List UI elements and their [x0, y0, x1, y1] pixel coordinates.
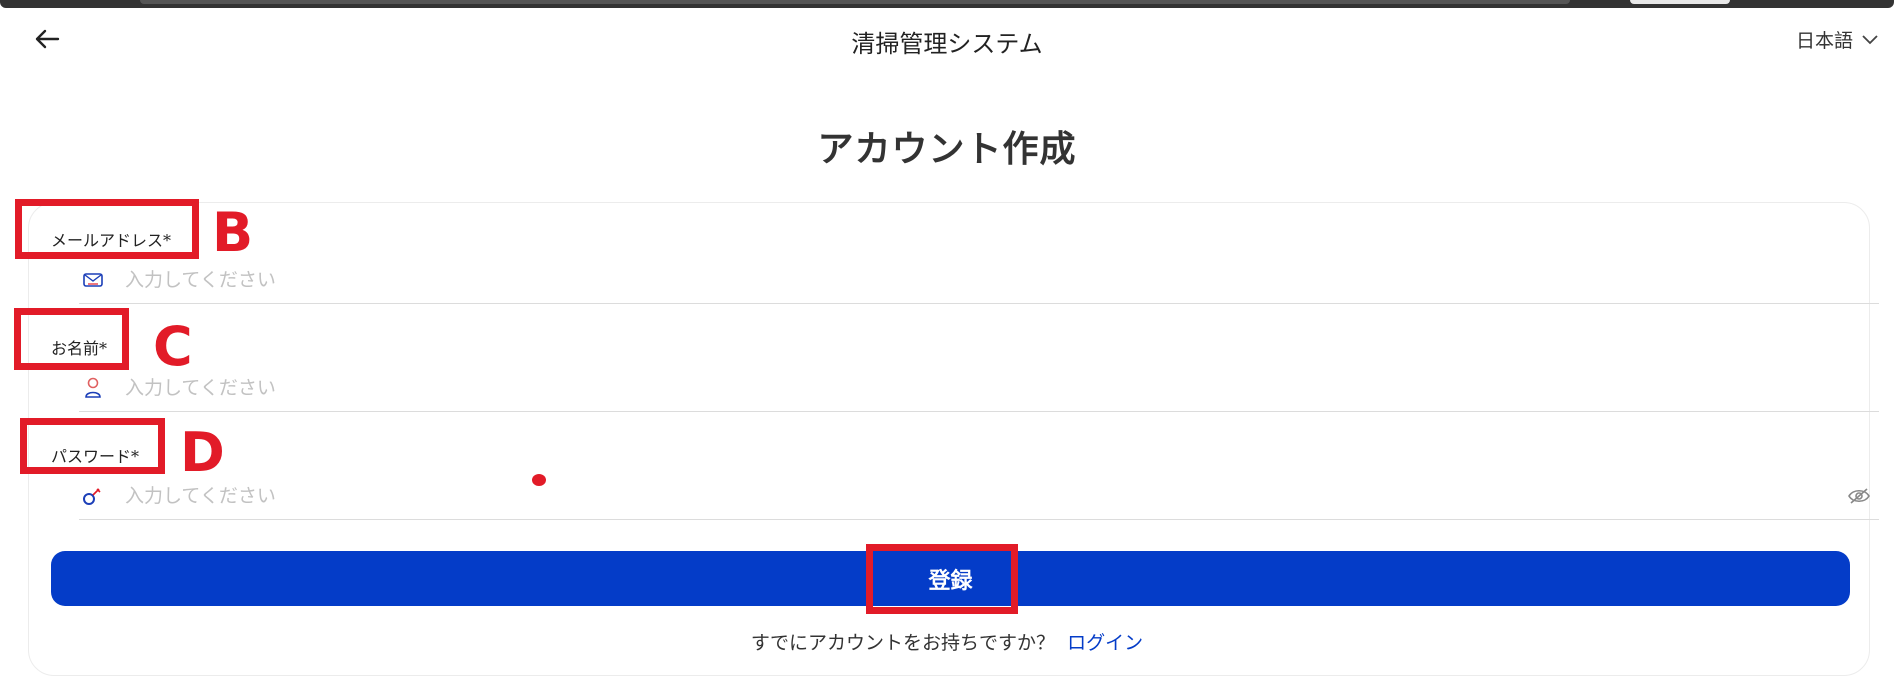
annotation-letter-b: B	[212, 201, 254, 264]
annotation-letter-c: C	[153, 315, 193, 378]
email-input[interactable]	[125, 260, 1879, 300]
annotation-box-email-label	[15, 199, 199, 259]
password-field-row	[79, 473, 1879, 520]
address-bar-edge	[140, 0, 1570, 4]
app-title: 清掃管理システム	[851, 30, 1043, 58]
login-prompt: すでにアカウントをお持ちですか？ ログイン	[0, 628, 1894, 655]
name-input[interactable]	[125, 368, 1879, 408]
email-field-row	[79, 257, 1879, 304]
chevron-down-icon	[1862, 34, 1878, 44]
language-selector[interactable]: 日本語	[1796, 26, 1879, 53]
page-heading: アカウント作成	[817, 128, 1077, 170]
language-label: 日本語	[1796, 30, 1854, 52]
login-link[interactable]: ログイン	[1067, 632, 1143, 654]
mail-icon	[81, 268, 105, 292]
annotation-dot	[532, 474, 546, 486]
annotation-box-name-label	[14, 308, 129, 370]
password-input[interactable]	[125, 476, 1845, 516]
name-field-row	[79, 365, 1879, 412]
user-icon	[81, 376, 105, 400]
annotation-box-password-label	[20, 418, 165, 474]
eye-off-icon[interactable]	[1845, 482, 1873, 510]
key-icon	[81, 484, 105, 508]
annotation-box-register-button	[866, 544, 1018, 614]
annotation-letter-d: D	[180, 421, 225, 484]
browser-top-strip	[0, 0, 1894, 8]
toolbar-pill-edge	[1630, 0, 1730, 4]
login-prompt-text: すでにアカウントをお持ちですか？	[750, 632, 1056, 654]
